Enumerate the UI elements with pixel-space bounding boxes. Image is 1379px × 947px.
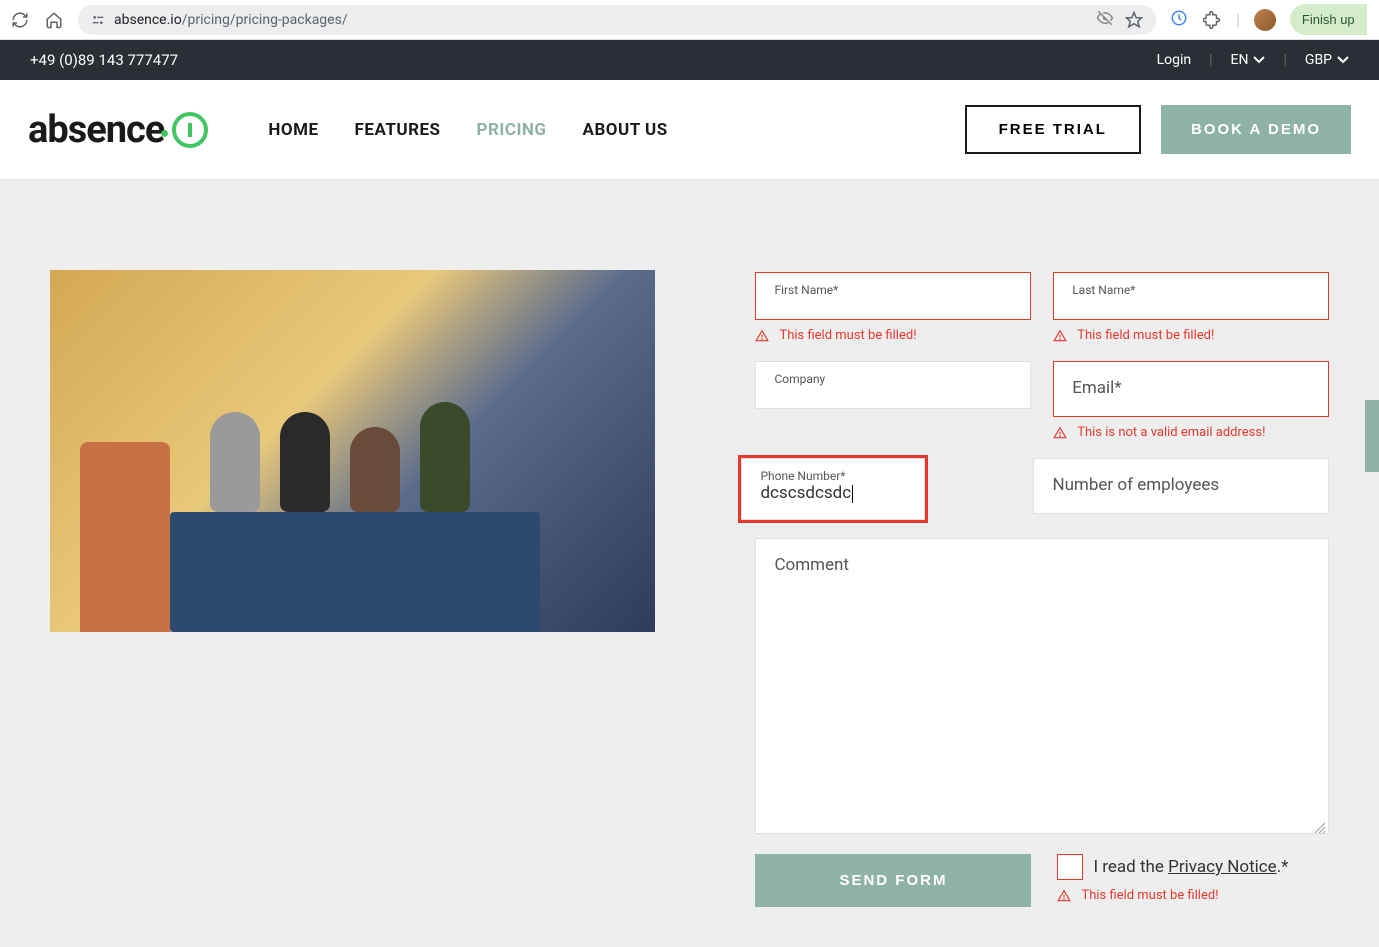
url-text: absence.io/pricing/pricing-packages/ [114, 12, 1088, 28]
nav-pricing[interactable]: PRICING [477, 120, 547, 140]
eye-off-icon[interactable] [1096, 9, 1114, 31]
last-name-field[interactable]: Last Name* [1053, 272, 1329, 320]
email-field[interactable]: Email* [1053, 361, 1329, 417]
textarea-resize-handle[interactable] [1314, 819, 1326, 831]
nav-features[interactable]: FEATURES [355, 120, 441, 140]
bookmark-star-icon[interactable] [1124, 10, 1144, 30]
finish-update-button[interactable]: Finish up [1290, 4, 1367, 35]
warning-icon [1053, 426, 1067, 440]
side-feedback-tab[interactable] [1365, 400, 1379, 472]
warning-icon [1053, 329, 1067, 343]
content-area: First Name* This field must be filled! L… [0, 180, 1379, 947]
extensions-icon[interactable] [1202, 10, 1222, 30]
comment-field[interactable]: Comment [755, 538, 1329, 834]
last-name-input[interactable] [1072, 297, 1310, 319]
top-bar: +49 (0)89 143 777477 Login | EN | GBP [0, 40, 1379, 80]
nav-home[interactable]: HOME [268, 120, 318, 140]
user-avatar[interactable] [1254, 9, 1276, 31]
phone-field[interactable]: Phone Number* dcscsdcsdc [741, 458, 925, 520]
address-bar[interactable]: absence.io/pricing/pricing-packages/ [78, 5, 1156, 35]
privacy-label: I read the Privacy Notice.* [1093, 857, 1288, 877]
email-label: Email* [1072, 372, 1310, 404]
logo-text: absence [28, 108, 164, 152]
extension-icon-1[interactable] [1170, 9, 1188, 31]
login-link[interactable]: Login [1157, 52, 1192, 68]
first-name-input[interactable] [774, 297, 1012, 319]
comment-label: Comment [774, 555, 1310, 575]
employees-label: Number of employees [1052, 469, 1310, 501]
nav-about[interactable]: ABOUT US [583, 120, 668, 140]
main-nav: absence HOME FEATURES PRICING ABOUT US F… [0, 80, 1379, 180]
free-trial-button[interactable]: FREE TRIAL [965, 105, 1141, 154]
site-settings-icon[interactable] [90, 12, 106, 28]
logo-circle-icon [172, 112, 208, 148]
contact-form: First Name* This field must be filled! L… [755, 270, 1329, 907]
email-error: This is not a valid email address! [1053, 425, 1329, 440]
last-name-label: Last Name* [1072, 283, 1310, 297]
phone-input[interactable]: dcscsdcsdc [760, 481, 853, 503]
logo[interactable]: absence [28, 108, 208, 152]
language-selector[interactable]: EN [1231, 52, 1266, 68]
first-name-label: First Name* [774, 283, 1012, 297]
browser-chrome: absence.io/pricing/pricing-packages/ | F… [0, 0, 1379, 40]
last-name-error: This field must be filled! [1053, 328, 1329, 343]
phone-number: +49 (0)89 143 777477 [30, 51, 178, 69]
chevron-down-icon [1253, 56, 1265, 64]
reload-icon[interactable] [10, 10, 30, 30]
home-icon[interactable] [44, 10, 64, 30]
book-demo-button[interactable]: BOOK A DEMO [1161, 105, 1351, 154]
privacy-notice-link[interactable]: Privacy Notice [1168, 857, 1277, 877]
warning-icon [755, 329, 769, 343]
hero-image [50, 270, 655, 632]
first-name-error: This field must be filled! [755, 328, 1031, 343]
chevron-down-icon [1337, 56, 1349, 64]
first-name-field[interactable]: First Name* [755, 272, 1031, 320]
company-input[interactable] [774, 386, 1012, 408]
logo-dot [161, 130, 168, 137]
currency-selector[interactable]: GBP [1305, 52, 1349, 68]
company-field[interactable]: Company [755, 361, 1031, 409]
send-form-button[interactable]: SEND FORM [755, 854, 1031, 907]
company-label: Company [774, 372, 1012, 386]
privacy-checkbox[interactable] [1057, 854, 1083, 880]
warning-icon [1057, 889, 1071, 903]
privacy-error: This field must be filled! [1057, 888, 1329, 903]
employees-field[interactable]: Number of employees [1033, 458, 1329, 514]
